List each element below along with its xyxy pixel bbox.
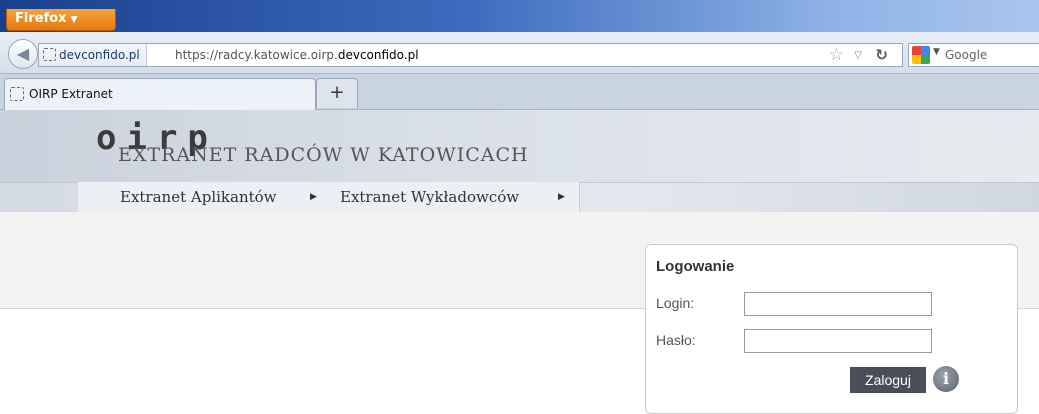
reload-icon[interactable]: ↻ xyxy=(875,45,888,65)
login-button[interactable]: Zaloguj xyxy=(850,367,926,393)
menu-arrow-icon: ▶ xyxy=(558,192,565,202)
url-text[interactable]: https://radcy.katowice.oirp.devconfido.p… xyxy=(175,44,419,66)
firefox-menu-label: Firefox xyxy=(15,11,67,26)
site-identity-label: devconfido.pl xyxy=(59,48,140,62)
search-placeholder: Google xyxy=(945,48,988,62)
password-field[interactable] xyxy=(744,329,932,353)
tab-oirp-extranet[interactable]: OIRP Extranet xyxy=(4,78,316,110)
new-tab-button[interactable]: + xyxy=(316,78,358,108)
login-panel: Logowanie Login: Hasło: Zaloguj i xyxy=(645,244,1018,414)
login-field[interactable] xyxy=(744,292,932,316)
menu-item-extranet-aplikantow[interactable]: Extranet Aplikantów xyxy=(120,182,277,212)
menu-item-extranet-wykladowcow[interactable]: Extranet Wykładowców xyxy=(340,182,519,212)
site-identity-button[interactable]: devconfido.pl xyxy=(39,44,147,66)
url-domain: devconfido.pl xyxy=(337,48,419,62)
page-title: EXTRANET RADCÓW W KATOWICACH xyxy=(118,144,529,166)
window-titlebar: Firefox ▼ xyxy=(0,0,1039,32)
star-icon[interactable]: ☆ xyxy=(829,45,844,65)
chevron-down-icon: ▼ xyxy=(933,47,940,57)
google-icon[interactable] xyxy=(912,46,930,64)
url-bar[interactable]: devconfido.pl https://radcy.katowice.oir… xyxy=(38,43,903,67)
chevron-down-icon: ▼ xyxy=(70,15,78,25)
page-content: oirp Extranet Aplikantów ▶ Extranet Wykł… xyxy=(0,110,1039,414)
plus-icon: + xyxy=(329,82,345,103)
back-arrow-icon: ◀ xyxy=(16,44,30,63)
page-icon xyxy=(43,48,56,61)
history-dropdown-icon[interactable]: ▽ xyxy=(854,47,862,65)
info-icon[interactable]: i xyxy=(933,366,959,392)
menu-arrow-icon: ▶ xyxy=(310,192,317,202)
url-prefix: https://radcy.katowice.oirp. xyxy=(175,48,338,62)
tab-bar: OIRP Extranet + xyxy=(0,74,1039,110)
back-button[interactable]: ◀ xyxy=(8,39,38,69)
search-bar[interactable]: ▼ Google xyxy=(908,43,1039,67)
firefox-menu-button[interactable]: Firefox ▼ xyxy=(6,9,116,31)
main-menu: Extranet Aplikantów ▶ Extranet Wykładowc… xyxy=(78,182,580,212)
password-label: Hasło: xyxy=(656,332,696,348)
login-label: Login: xyxy=(656,295,695,311)
navigation-toolbar: ◀ devconfido.pl https://radcy.katowice.o… xyxy=(0,32,1039,74)
tab-title: OIRP Extranet xyxy=(29,87,113,101)
page-icon xyxy=(10,87,24,101)
login-heading: Logowanie xyxy=(656,258,735,275)
